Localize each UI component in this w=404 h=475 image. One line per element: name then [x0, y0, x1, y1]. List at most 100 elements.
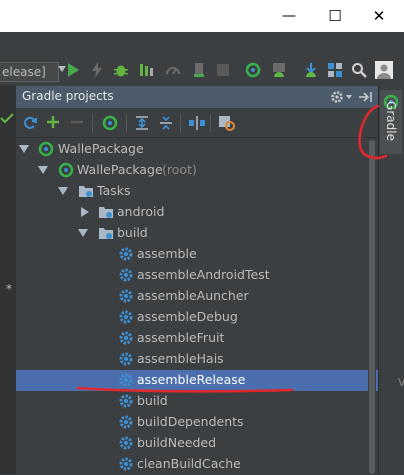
tree-label-suffix: (root): [162, 162, 197, 177]
tree-label: android: [117, 204, 165, 219]
bug-icon: [114, 65, 128, 77]
check-icon: [0, 113, 14, 124]
chevron-down-icon[interactable]: [19, 145, 29, 153]
task-gear-icon: [119, 415, 133, 429]
tree-scrollbar[interactable]: [368, 140, 376, 474]
debug-button[interactable]: [112, 60, 130, 80]
left-tool-stripe: [0, 87, 17, 474]
sync-gradle-button[interactable]: [244, 60, 262, 80]
tree-label: assembleAuncher: [137, 288, 249, 303]
chevron-down-icon[interactable]: [58, 187, 68, 195]
maximize-icon: ☐: [328, 7, 342, 25]
gear-icon[interactable]: [330, 90, 344, 104]
collapse-all-icon[interactable]: [158, 115, 174, 131]
avd-manager-button[interactable]: [270, 60, 288, 80]
toolbar-divider: [180, 114, 181, 132]
refresh-icon[interactable]: [22, 115, 38, 131]
task-gear-icon: [119, 457, 133, 471]
sdk-manager-button[interactable]: [302, 60, 320, 80]
chevron-down-icon[interactable]: [78, 229, 88, 237]
gradle-settings-icon[interactable]: [218, 115, 236, 131]
folder-gear-icon: [99, 207, 113, 218]
chevron-right-icon[interactable]: [81, 207, 89, 217]
apply-changes-button[interactable]: [88, 60, 106, 80]
task-gear-icon: [119, 310, 133, 324]
tree-label: assembleHais: [137, 351, 224, 366]
expand-all-icon[interactable]: [134, 115, 150, 131]
panel-header: Gradle projects: [16, 86, 378, 108]
folder-gear-icon: [99, 228, 113, 239]
stop-button[interactable]: [214, 60, 232, 80]
tree-node-tasks[interactable]: Tasks: [16, 181, 378, 202]
tree-node-task[interactable]: assembleAuncher: [16, 286, 378, 307]
coverage-button[interactable]: [138, 60, 156, 80]
maximize-button[interactable]: ☐: [312, 0, 358, 32]
tree-node-root[interactable]: WallePackage: [16, 139, 378, 160]
project-structure-button[interactable]: [326, 60, 344, 80]
minus-icon[interactable]: [70, 115, 84, 129]
tree-node-task[interactable]: assembleAndroidTest: [16, 265, 378, 286]
tree-node-project[interactable]: WallePackage (root): [16, 160, 378, 181]
tree-node-task[interactable]: assembleHais: [16, 349, 378, 370]
tree-node-task[interactable]: assembleFruit: [16, 328, 378, 349]
gradle-project-icon: [58, 162, 74, 178]
tree-node-build[interactable]: build: [16, 223, 378, 244]
attach-icon: [194, 63, 204, 77]
coverage-icon: [140, 64, 153, 76]
panel-toolbar: [16, 109, 378, 138]
tree-node-task[interactable]: buildDependents: [16, 412, 378, 433]
avatar-icon: [375, 61, 393, 79]
sdk-download-icon: [306, 63, 316, 77]
profile-button[interactable]: [164, 60, 182, 80]
task-gear-icon: [119, 352, 133, 366]
tree-node-task[interactable]: cleanBuildCache: [16, 454, 378, 475]
chevron-down-icon[interactable]: [38, 166, 48, 174]
tree-label: assembleAndroidTest: [137, 267, 270, 282]
android-device-icon: [273, 63, 285, 77]
toolbar-divider: [126, 114, 127, 132]
minimize-button[interactable]: —: [266, 0, 312, 32]
user-account-button[interactable]: [374, 60, 394, 80]
toolbar-divider: [92, 114, 93, 132]
tree-node-task[interactable]: assemble: [16, 244, 378, 265]
task-gear-icon: [119, 268, 133, 282]
edge-fragment-text: V: [398, 376, 404, 389]
gradle-execute-icon[interactable]: [102, 115, 118, 131]
stop-icon: [217, 64, 229, 76]
task-gear-icon: [119, 247, 133, 261]
tree-label: Tasks: [97, 183, 131, 198]
tree-label: buildNeeded: [137, 435, 217, 450]
panel-title: Gradle projects: [22, 89, 114, 103]
minimize-icon: —: [282, 8, 296, 24]
run-button[interactable]: [64, 60, 82, 80]
structure-icon: [328, 63, 342, 77]
tree-label: build: [117, 225, 148, 240]
annotation-underline: [76, 386, 294, 393]
tree-label: assembleDebug: [137, 309, 238, 324]
run-configuration-select[interactable]: elease]: [0, 62, 59, 82]
attach-debugger-button[interactable]: [190, 60, 208, 80]
folder-gear-icon: [79, 186, 93, 197]
task-gear-icon: [119, 289, 133, 303]
plus-icon[interactable]: [46, 115, 60, 129]
tree-node-task[interactable]: buildNeeded: [16, 433, 378, 454]
search-button[interactable]: [350, 60, 368, 80]
tree-label: buildDependents: [137, 414, 244, 429]
tree-label: WallePackage: [58, 141, 144, 156]
annotation-curve: [358, 104, 388, 160]
gradle-project-icon: [38, 141, 54, 157]
tree-node-android[interactable]: android: [16, 202, 378, 223]
close-icon: ✕: [372, 7, 386, 25]
task-gear-icon: [119, 331, 133, 345]
tree-node-task[interactable]: assembleDebug: [16, 307, 378, 328]
run-icon: [68, 63, 79, 77]
link-project-icon[interactable]: [188, 115, 206, 131]
close-window-button[interactable]: ✕: [356, 0, 402, 32]
lightning-icon: [92, 62, 102, 78]
search-icon: [352, 63, 367, 78]
gauge-icon: [166, 67, 180, 75]
gear-chevron-icon: [346, 95, 352, 99]
tree-label: assemble: [137, 246, 197, 261]
scrollbar-thumb[interactable]: [369, 140, 375, 474]
task-gear-icon: [119, 436, 133, 450]
